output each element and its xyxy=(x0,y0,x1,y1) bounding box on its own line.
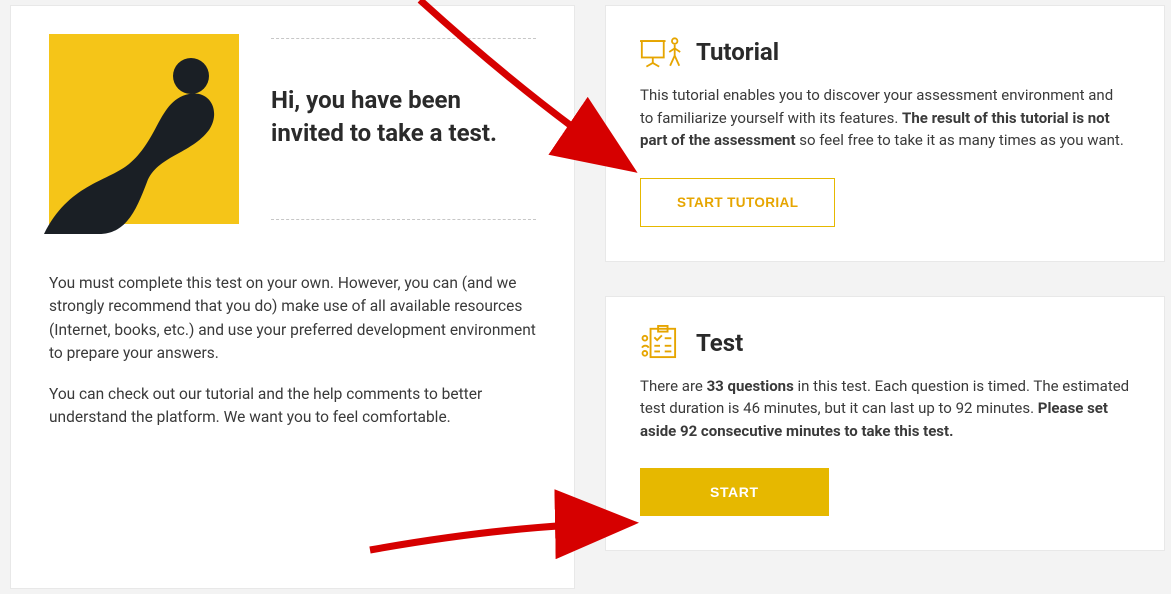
invitation-body: You must complete this test on your own.… xyxy=(49,272,536,430)
test-description: There are 33 questions in this test. Eac… xyxy=(640,375,1130,443)
test-text-2: 33 questions xyxy=(707,377,794,395)
tutorial-header: Tutorial xyxy=(640,34,1130,70)
checklist-icon xyxy=(640,325,682,361)
test-title: Test xyxy=(696,329,743,357)
start-tutorial-button[interactable]: START TUTORIAL xyxy=(640,178,835,227)
instructions-paragraph-1: You must complete this test on your own.… xyxy=(49,272,536,365)
tutorial-description: This tutorial enables you to discover yo… xyxy=(640,84,1130,152)
invitation-header: Hi, you have been invited to take a test… xyxy=(49,34,536,224)
tutorial-title: Tutorial xyxy=(696,38,779,66)
brand-logo xyxy=(49,34,239,224)
test-text-1: There are xyxy=(640,377,707,395)
greeting-text: Hi, you have been invited to take a test… xyxy=(271,84,536,149)
right-column: Tutorial This tutorial enables you to di… xyxy=(605,5,1165,585)
tutorial-card: Tutorial This tutorial enables you to di… xyxy=(605,5,1165,262)
presentation-icon xyxy=(640,34,682,70)
logo-blob-icon xyxy=(39,64,225,234)
test-card: Test There are 33 questions in this test… xyxy=(605,296,1165,552)
test-header: Test xyxy=(640,325,1130,361)
greeting-section: Hi, you have been invited to take a test… xyxy=(271,38,536,220)
invitation-card: Hi, you have been invited to take a test… xyxy=(10,5,575,589)
tutorial-text-post: so feel free to take it as many times as… xyxy=(796,131,1124,149)
instructions-paragraph-2: You can check out our tutorial and the h… xyxy=(49,383,536,430)
start-test-button[interactable]: START xyxy=(640,468,829,516)
